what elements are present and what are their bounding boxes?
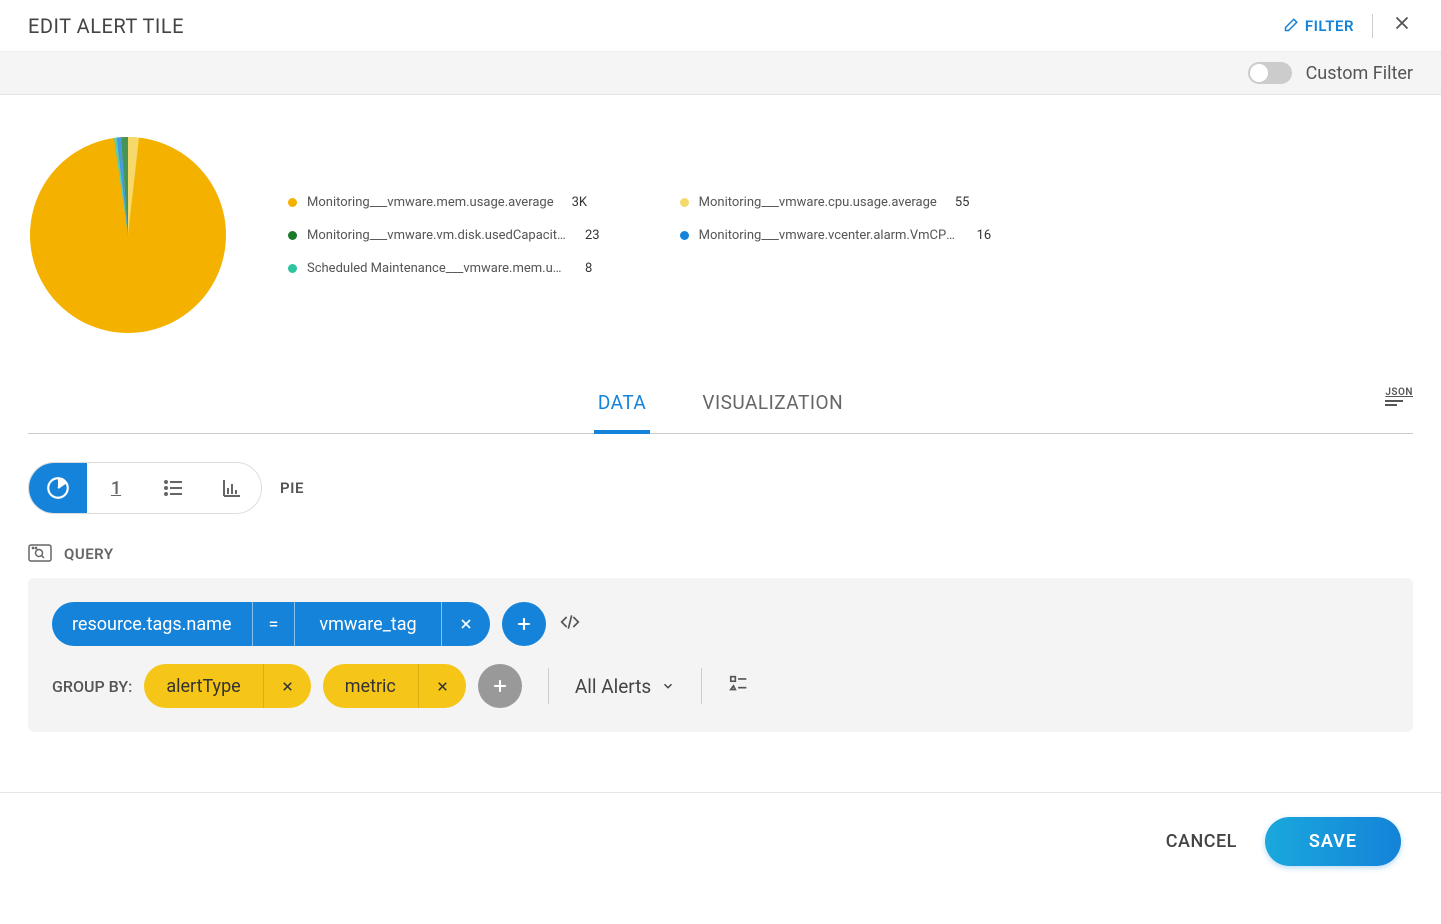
viz-selected-label: PIE <box>280 479 304 497</box>
legend-dot-icon <box>680 231 689 240</box>
legend-value: 3K <box>572 195 587 210</box>
group-tag[interactable]: alertType <box>144 664 310 708</box>
group-tag[interactable]: metric <box>323 664 466 708</box>
custom-filter-label: Custom Filter <box>1306 63 1413 84</box>
json-icon <box>1385 400 1403 402</box>
edit-icon <box>1281 17 1299 35</box>
viz-type-selector: 1 <box>28 462 262 514</box>
bar-chart-icon <box>220 476 244 500</box>
legend-dot-icon <box>288 198 297 207</box>
chevron-down-icon <box>661 679 675 693</box>
save-button[interactable]: SAVE <box>1265 817 1401 866</box>
page-title: EDIT ALERT TILE <box>28 14 184 38</box>
viz-selector-row: 1 PIE <box>0 434 1441 524</box>
group-tag-label: alertType <box>144 664 262 708</box>
filter-remove-button[interactable] <box>441 602 490 646</box>
legend-value: 55 <box>955 195 970 210</box>
tabs: DATA VISUALIZATION <box>594 375 847 433</box>
footer-bar: CANCEL SAVE <box>0 792 1441 890</box>
json-button[interactable]: JSON <box>1385 387 1413 406</box>
groupby-label: GROUP BY: <box>52 677 132 696</box>
filter-pill[interactable]: resource.tags.name = vmware_tag <box>52 602 490 646</box>
pie-icon <box>45 475 71 501</box>
viz-list-button[interactable] <box>145 462 203 514</box>
code-toggle-button[interactable] <box>558 612 582 637</box>
close-icon <box>1391 12 1413 34</box>
legend: Monitoring___vmware.mem.usage.average 3K… <box>288 195 1413 276</box>
legend-column: Monitoring___vmware.mem.usage.average 3K… <box>288 195 600 276</box>
sort-button[interactable] <box>728 673 750 699</box>
filter-label: FILTER <box>1305 17 1354 35</box>
add-filter-button[interactable] <box>502 602 546 646</box>
query-section: QUERY resource.tags.name = vmware_tag GR <box>0 524 1441 772</box>
viz-bar-button[interactable] <box>203 462 261 514</box>
alerts-dropdown[interactable]: All Alerts <box>575 675 675 698</box>
legend-item: Monitoring___vmware.cpu.usage.average 55 <box>680 195 992 210</box>
legend-value: 23 <box>585 228 600 243</box>
legend-dot-icon <box>288 264 297 273</box>
legend-item: Monitoring___vmware.mem.usage.average 3K <box>288 195 600 210</box>
group-tag-remove-button[interactable] <box>263 664 311 708</box>
legend-label: Scheduled Maintenance___vmware.mem.usage… <box>307 261 567 276</box>
subheader-bar: Custom Filter <box>0 52 1441 95</box>
filter-value[interactable]: vmware_tag <box>295 602 440 646</box>
filter-field[interactable]: resource.tags.name <box>52 602 252 646</box>
custom-filter-toggle[interactable] <box>1248 62 1292 84</box>
legend-value: 16 <box>977 228 992 243</box>
legend-column: Monitoring___vmware.cpu.usage.average 55… <box>680 195 992 276</box>
json-label: JSON <box>1385 387 1413 398</box>
filter-button[interactable]: FILTER <box>1281 17 1354 35</box>
group-tag-label: metric <box>323 664 418 708</box>
legend-item: Scheduled Maintenance___vmware.mem.usage… <box>288 261 600 276</box>
add-group-button[interactable] <box>478 664 522 708</box>
legend-dot-icon <box>288 231 297 240</box>
viz-pie-button[interactable] <box>29 462 87 514</box>
legend-label: Monitoring___vmware.mem.usage.average <box>307 195 554 210</box>
code-icon <box>558 612 582 632</box>
query-box: resource.tags.name = vmware_tag GROUP BY… <box>28 578 1413 732</box>
chart-area: Monitoring___vmware.mem.usage.average 3K… <box>0 95 1441 375</box>
cancel-button[interactable]: CANCEL <box>1166 831 1237 852</box>
pie-chart <box>28 135 228 335</box>
filter-row: resource.tags.name = vmware_tag <box>52 602 1389 646</box>
tab-visualization[interactable]: VISUALIZATION <box>698 375 847 433</box>
dropdown-label: All Alerts <box>575 675 651 698</box>
divider <box>1372 14 1373 38</box>
plus-icon <box>514 614 534 634</box>
json-icon <box>1385 404 1397 406</box>
viz-number-button[interactable]: 1 <box>87 462 145 514</box>
legend-item: Monitoring___vmware.vcenter.alarm.VmCPUU… <box>680 228 992 243</box>
query-icon <box>28 544 52 564</box>
legend-dot-icon <box>680 198 689 207</box>
list-icon <box>162 476 186 500</box>
legend-label: Monitoring___vmware.vm.disk.usedCapacity… <box>307 228 567 243</box>
sort-icon <box>728 673 750 695</box>
divider <box>548 668 549 704</box>
divider <box>701 668 702 704</box>
legend-label: Monitoring___vmware.vcenter.alarm.VmCPUU… <box>699 228 959 243</box>
plus-icon <box>490 676 510 696</box>
legend-label: Monitoring___vmware.cpu.usage.average <box>699 195 937 210</box>
close-icon <box>435 679 450 694</box>
legend-value: 8 <box>585 261 592 276</box>
groupby-row: GROUP BY: alertType metric All Alerts <box>52 664 1389 708</box>
tab-data[interactable]: DATA <box>594 375 650 434</box>
group-tag-remove-button[interactable] <box>418 664 466 708</box>
tabs-bar: DATA VISUALIZATION JSON <box>28 375 1413 434</box>
query-label: QUERY <box>64 545 114 563</box>
filter-op[interactable]: = <box>252 602 296 646</box>
header-bar: EDIT ALERT TILE FILTER <box>0 0 1441 52</box>
number-icon: 1 <box>111 478 121 499</box>
query-header: QUERY <box>28 544 1413 564</box>
legend-item: Monitoring___vmware.vm.disk.usedCapacity… <box>288 228 600 243</box>
close-icon <box>280 679 295 694</box>
close-button[interactable] <box>1391 12 1413 39</box>
close-icon <box>458 616 474 632</box>
header-actions: FILTER <box>1281 12 1413 39</box>
